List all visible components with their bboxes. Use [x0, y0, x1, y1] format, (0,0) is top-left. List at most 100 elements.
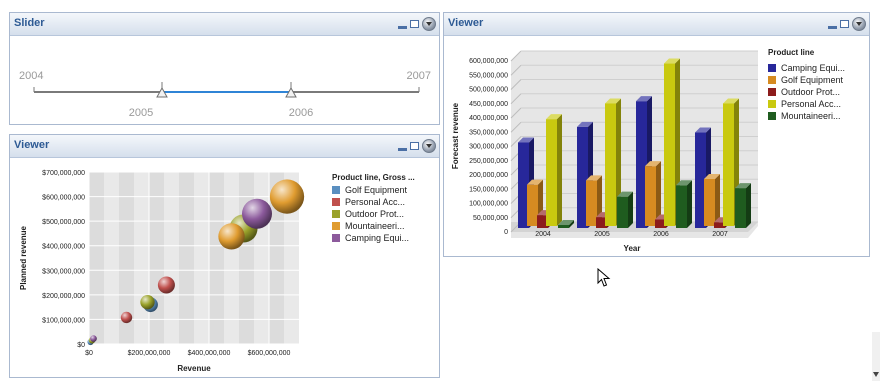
- bar-front[interactable]: [558, 225, 569, 228]
- options-menu-icon[interactable]: [852, 17, 866, 31]
- slider-widget[interactable]: 2004 2007 2005 2006: [10, 36, 439, 124]
- scatter-viewer-title: Viewer: [14, 139, 50, 151]
- bar-side: [557, 114, 562, 226]
- bar-x-tick-label: 2007: [712, 231, 728, 238]
- bar-front[interactable]: [645, 166, 656, 226]
- bar-legend-swatch: [768, 64, 776, 72]
- bar-legend-label[interactable]: Personal Acc...: [781, 99, 841, 109]
- bar-y-tick-label: 0: [504, 229, 508, 236]
- bar-legend-label[interactable]: Outdoor Prot...: [781, 87, 840, 97]
- bar-front[interactable]: [704, 178, 715, 226]
- scatter-y-tick-label: $0: [77, 342, 85, 349]
- scatter-legend-label[interactable]: Outdoor Prot...: [345, 209, 404, 219]
- bar-y-tick-label: 550,000,000: [469, 72, 508, 79]
- bar-viewer-title: Viewer: [448, 17, 484, 29]
- bar-front[interactable]: [586, 180, 597, 226]
- scatter-legend-label[interactable]: Personal Acc...: [345, 197, 405, 207]
- scroll-arrow-icon[interactable]: [872, 332, 880, 381]
- scatter-bubble[interactable]: [242, 198, 272, 229]
- page-scrollbar[interactable]: [872, 332, 880, 381]
- scatter-viewer-titlebar[interactable]: Viewer: [10, 135, 439, 158]
- scatter-y-axis-title: Planned revenue: [19, 225, 28, 290]
- slider-panel-window-controls: [398, 15, 436, 33]
- scatter-y-tick-label: $500,000,000: [42, 219, 85, 226]
- bar-chart: Forecast revenue Year Product line 0 50,0…: [451, 48, 845, 253]
- scatter-y-tick-label: $400,000,000: [42, 244, 85, 251]
- bar-y-tick-label: 350,000,000: [469, 129, 508, 136]
- scatter-bubble[interactable]: [90, 335, 97, 342]
- bar-legend-label[interactable]: Camping Equi...: [781, 63, 845, 73]
- bar-x-tick-label: 2006: [653, 231, 669, 238]
- bar-x-tick-label: 2005: [594, 231, 610, 238]
- bar-viewer-panel: Viewer Forecast revenue Year Product lin…: [443, 12, 870, 257]
- scatter-legend-swatch: [332, 198, 340, 206]
- bar-y-axis-title: Forecast revenue: [451, 102, 460, 169]
- bar-x-tick-label: 2004: [535, 231, 551, 238]
- scatter-grid-band: [149, 172, 164, 344]
- bar-front[interactable]: [605, 103, 616, 226]
- bar-front[interactable]: [735, 188, 746, 228]
- scatter-bubble[interactable]: [218, 223, 245, 250]
- bar-front[interactable]: [676, 185, 687, 228]
- bar-y-tick-label: 250,000,000: [469, 158, 508, 165]
- bar-y-tick-label: 600,000,000: [469, 58, 508, 65]
- bar-y-tick-label: 200,000,000: [469, 172, 508, 179]
- bar-front[interactable]: [546, 119, 557, 226]
- scatter-legend-title: Product line, Gross ...: [332, 173, 415, 182]
- bar-y-tick-label: 50,000,000: [473, 215, 508, 222]
- scatter-legend-label[interactable]: Golf Equipment: [345, 185, 408, 195]
- bar-x-axis-title: Year: [624, 244, 641, 253]
- bar-front[interactable]: [664, 63, 675, 226]
- bar-side: [746, 183, 751, 228]
- bar-y-tick-label: 300,000,000: [469, 144, 508, 151]
- options-menu-icon[interactable]: [422, 17, 436, 31]
- bar-front[interactable]: [723, 103, 734, 226]
- maximize-icon[interactable]: [410, 142, 419, 150]
- scatter-legend-swatch: [332, 234, 340, 242]
- scatter-x-tick-label: $600,000,000: [248, 350, 291, 357]
- scatter-bubble[interactable]: [140, 295, 155, 310]
- scatter-grid-band: [89, 172, 104, 344]
- scatter-x-tick-label: $400,000,000: [188, 350, 231, 357]
- bar-side: [628, 191, 633, 228]
- scatter-x-axis-title: Revenue: [177, 364, 211, 373]
- minimize-icon[interactable]: [398, 147, 407, 151]
- bar-legend-title: Product line: [768, 48, 815, 57]
- scatter-legend-label[interactable]: Mountaineeri...: [345, 221, 405, 231]
- scatter-legend-label[interactable]: Camping Equi...: [345, 233, 409, 243]
- scatter-bubble[interactable]: [269, 179, 305, 214]
- options-menu-icon[interactable]: [422, 139, 436, 153]
- slider-panel-titlebar[interactable]: Slider: [10, 13, 439, 36]
- scatter-x-tick-label: $0: [85, 350, 93, 357]
- bar-legend-swatch: [768, 100, 776, 108]
- bar-front[interactable]: [617, 196, 628, 228]
- scatter-y-tick-label: $300,000,000: [42, 268, 85, 275]
- scatter-y-tick-label: $600,000,000: [42, 195, 85, 202]
- scatter-viewer-panel: Viewer Planned revenue Revenue Product l…: [9, 134, 440, 378]
- bar-legend-swatch: [768, 112, 776, 120]
- scatter-viewer-window-controls: [398, 137, 436, 155]
- bar-legend-label[interactable]: Golf Equipment: [781, 75, 844, 85]
- minimize-icon[interactable]: [398, 25, 407, 29]
- bar-viewer-titlebar[interactable]: Viewer: [444, 13, 869, 36]
- slider-panel-title: Slider: [14, 17, 45, 29]
- maximize-icon[interactable]: [840, 20, 849, 28]
- bar-viewer-window-controls: [828, 15, 866, 33]
- maximize-icon[interactable]: [410, 20, 419, 28]
- bar-legend-swatch: [768, 88, 776, 96]
- bar-y-tick-label: 500,000,000: [469, 87, 508, 94]
- slider-max-label: 2007: [407, 70, 431, 82]
- bar-y-tick-label: 450,000,000: [469, 101, 508, 108]
- slider-panel: Slider 2004 2007 2005 2006: [9, 12, 440, 125]
- slider-thumb-left-label: 2005: [129, 107, 153, 119]
- scatter-grid-band: [239, 172, 254, 344]
- scatter-bubble[interactable]: [157, 276, 175, 294]
- scatter-y-tick-label: $700,000,000: [42, 170, 85, 177]
- mouse-cursor-icon: [597, 268, 611, 287]
- bar-front[interactable]: [527, 184, 538, 226]
- bar-legend-label[interactable]: Mountaineeri...: [781, 111, 841, 121]
- slider-min-label: 2004: [19, 70, 43, 82]
- scatter-bubble[interactable]: [120, 311, 133, 324]
- bar-side: [687, 180, 692, 228]
- minimize-icon[interactable]: [828, 25, 837, 29]
